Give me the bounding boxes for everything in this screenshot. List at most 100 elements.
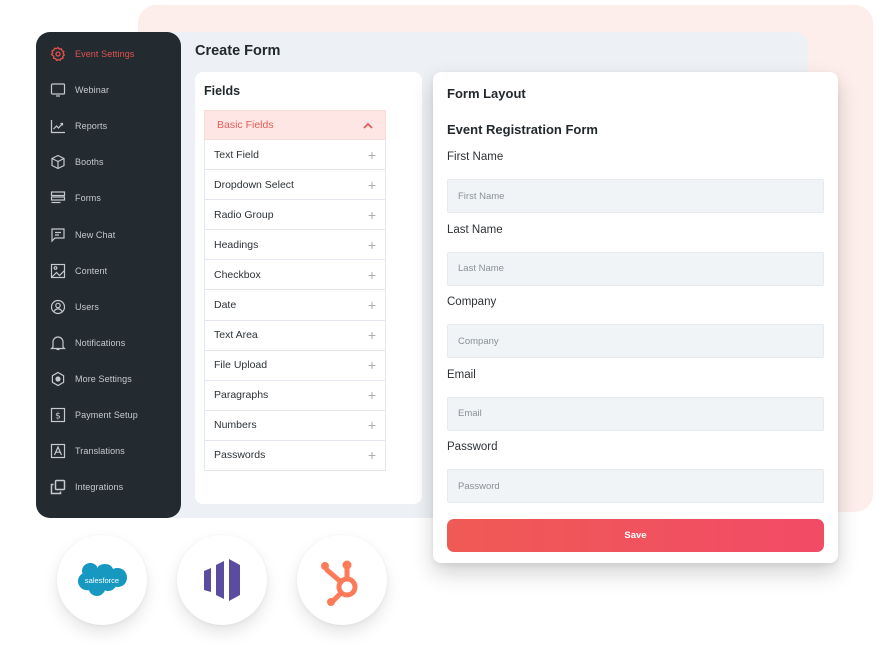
plus-icon[interactable]: +: [368, 328, 376, 342]
email-group: Email: [447, 369, 824, 431]
marketo-integration[interactable]: [177, 535, 267, 625]
field-item-label: Numbers: [214, 419, 257, 432]
sidebar-item-content[interactable]: Content: [36, 253, 181, 289]
plus-icon[interactable]: +: [368, 358, 376, 372]
sidebar-item-label: Users: [75, 301, 100, 312]
plus-icon[interactable]: +: [368, 268, 376, 282]
plus-icon[interactable]: +: [368, 388, 376, 402]
email-input[interactable]: [447, 396, 824, 431]
plus-icon[interactable]: +: [368, 448, 376, 462]
sidebar-item-notifications[interactable]: Notifications: [36, 325, 181, 361]
password-label: Password: [447, 441, 498, 453]
accordion-label: Basic Fields: [217, 119, 274, 131]
integrations-icon: [50, 479, 66, 495]
marketo-logo-icon: [204, 559, 240, 601]
plus-icon[interactable]: +: [368, 148, 376, 162]
field-item-label: Text Area: [214, 329, 258, 342]
field-item-label: Date: [214, 299, 237, 312]
form-layout-panel: Form Layout Event Registration Form Firs…: [433, 72, 838, 563]
form-layout-title: Form Layout: [447, 86, 526, 101]
monitor-icon: [50, 82, 66, 98]
translate-icon: [50, 443, 66, 459]
sidebar-item-label: Booths: [75, 157, 104, 168]
sidebar-item-label: Notifications: [75, 337, 126, 348]
sidebar-item-label: Reports: [75, 121, 108, 132]
hexagon-settings-icon: [50, 371, 66, 387]
sidebar-item-label: Payment Setup: [75, 409, 138, 420]
image-icon: [50, 263, 66, 279]
field-item-dropdown-select[interactable]: Dropdown Select +: [204, 170, 386, 201]
form-name: Event Registration Form: [447, 122, 598, 137]
password-group: Password: [447, 441, 824, 503]
sidebar-item-event-settings[interactable]: Event Settings: [36, 36, 181, 72]
password-input[interactable]: [447, 469, 824, 503]
sidebar-item-users[interactable]: Users: [36, 289, 181, 325]
field-item-label: Headings: [214, 238, 259, 251]
field-item-radio-group[interactable]: Radio Group +: [204, 200, 386, 231]
company-input[interactable]: [447, 324, 824, 358]
field-item-paragraphs[interactable]: Paragraphs +: [204, 380, 386, 411]
dollar-icon: $: [50, 407, 66, 423]
basic-fields-accordion[interactable]: Basic Fields: [204, 110, 386, 140]
field-item-label: Paragraphs: [214, 389, 269, 402]
hubspot-integration[interactable]: [297, 535, 387, 625]
sidebar-item-forms[interactable]: Forms: [36, 180, 181, 216]
email-label: Email: [447, 368, 476, 381]
sidebar-item-booths[interactable]: Booths: [36, 144, 181, 180]
sidebar-item-label: Event Settings: [75, 49, 135, 60]
sidebar-item-label: Translations: [75, 446, 125, 457]
field-item-label: Radio Group: [214, 208, 274, 221]
save-button[interactable]: Save: [447, 519, 824, 552]
company-group: Company: [447, 296, 824, 358]
field-item-label: Text Field: [214, 148, 259, 161]
hubspot-logo-icon: [321, 560, 358, 606]
plus-icon[interactable]: +: [368, 178, 376, 192]
svg-text:$: $: [55, 411, 61, 421]
field-item-headings[interactable]: Headings +: [204, 230, 386, 261]
plus-icon[interactable]: +: [368, 238, 376, 252]
field-item-checkbox[interactable]: Checkbox +: [204, 260, 386, 291]
first-name-input[interactable]: [447, 179, 824, 213]
last-name-input[interactable]: [447, 251, 824, 286]
fields-panel-title: Fields: [204, 84, 241, 98]
field-item-label: Checkbox: [214, 268, 261, 281]
bell-icon: [50, 335, 66, 351]
plus-icon[interactable]: +: [368, 208, 376, 222]
field-item-passwords[interactable]: Passwords +: [204, 440, 386, 472]
sidebar-item-integrations[interactable]: Integrations: [36, 469, 181, 505]
field-item-numbers[interactable]: Numbers +: [204, 410, 386, 441]
field-item-label: Passwords: [214, 449, 266, 462]
cube-icon: [50, 154, 66, 170]
sidebar-item-webinar[interactable]: Webinar: [36, 72, 181, 108]
field-item-text-field[interactable]: Text Field +: [204, 140, 386, 171]
last-name-label: Last Name: [447, 223, 503, 236]
sidebar-item-label: Forms: [75, 193, 101, 204]
first-name-label: First Name: [447, 151, 504, 163]
gear-icon: [50, 46, 66, 62]
field-item-date[interactable]: Date +: [204, 290, 386, 321]
sidebar-item-label: Integrations: [75, 482, 124, 493]
sidebar-item-label: Content: [75, 265, 108, 276]
sidebar-item-label: Webinar: [75, 85, 110, 96]
sidebar-item-label: More Settings: [75, 373, 132, 384]
field-item-label: Dropdown Select: [214, 178, 294, 191]
sidebar-item-new-chat[interactable]: New Chat: [36, 216, 181, 252]
chat-icon: [50, 227, 66, 243]
sidebar-item-reports[interactable]: Reports: [36, 108, 181, 144]
plus-icon[interactable]: +: [368, 418, 376, 432]
field-item-file-upload[interactable]: File Upload +: [204, 350, 386, 381]
fields-panel: Fields Basic Fields Text Field + Dropdown…: [195, 72, 422, 504]
salesforce-integration[interactable]: salesforce: [57, 535, 147, 625]
chevron-up-icon: [363, 122, 373, 129]
sidebar-item-more-settings[interactable]: More Settings: [36, 361, 181, 397]
sidebar-item-payment-setup[interactable]: $ Payment Setup: [36, 397, 181, 433]
page-title: Create Form: [195, 43, 281, 59]
plus-icon[interactable]: +: [368, 298, 376, 312]
field-item-text-area[interactable]: Text Area +: [204, 320, 386, 351]
sidebar-item-label: New Chat: [75, 229, 116, 240]
sidebar-item-translations[interactable]: Translations: [36, 433, 181, 469]
salesforce-logo-text: salesforce: [85, 576, 119, 585]
field-list: Basic Fields Text Field + Dropdown Select…: [204, 110, 386, 472]
company-label: Company: [447, 296, 497, 308]
chart-icon: [50, 118, 66, 134]
